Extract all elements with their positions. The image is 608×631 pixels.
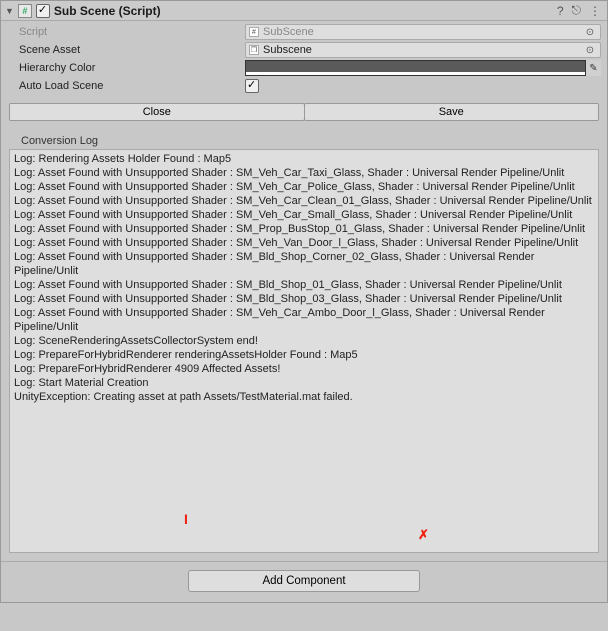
component-header[interactable]: ▼ # Sub Scene (Script) ? ⎋ ⋮ <box>1 1 607 21</box>
alpha-bar <box>246 72 600 75</box>
log-line: Log: Asset Found with Unsupported Shader… <box>14 236 594 250</box>
properties-panel: Script # SubScene ⊙ Scene Asset ❒ Subsce… <box>1 21 607 101</box>
auto-load-row: Auto Load Scene <box>19 77 601 95</box>
auto-load-checkbox[interactable] <box>245 79 259 93</box>
eyedropper-icon[interactable]: ✎ <box>585 60 601 76</box>
script-row: Script # SubScene ⊙ <box>19 23 601 41</box>
footer: Add Component <box>1 564 607 602</box>
object-picker-icon[interactable]: ⊙ <box>583 45 597 56</box>
subscene-component: ▼ # Sub Scene (Script) ? ⎋ ⋮ Script # Su… <box>0 0 608 603</box>
log-line: Log: Asset Found with Unsupported Shader… <box>14 306 594 334</box>
log-line: Log: Asset Found with Unsupported Shader… <box>14 194 594 208</box>
context-menu-icon[interactable]: ⋮ <box>587 4 603 18</box>
csharp-icon: # <box>249 27 259 37</box>
log-line: Log: Start Material Creation <box>14 376 594 390</box>
divider <box>1 561 607 562</box>
log-line: Log: PrepareForHybridRenderer 4909 Affec… <box>14 362 594 376</box>
scene-asset-field[interactable]: ❒ Subscene ⊙ <box>245 42 601 58</box>
hierarchy-color-field[interactable]: ✎ <box>245 60 601 76</box>
script-field: # SubScene ⊙ <box>245 24 601 40</box>
log-line: Log: Asset Found with Unsupported Shader… <box>14 208 594 222</box>
foldout-icon[interactable]: ▼ <box>5 6 14 16</box>
hierarchy-color-label: Hierarchy Color <box>19 62 241 74</box>
preset-icon[interactable]: ⎋ <box>570 3 584 18</box>
log-line: Log: SceneRenderingAssetsCollectorSystem… <box>14 334 594 348</box>
script-icon: # <box>18 4 32 18</box>
log-line: Log: Asset Found with Unsupported Shader… <box>14 292 594 306</box>
log-line: Log: Asset Found with Unsupported Shader… <box>14 250 594 278</box>
log-line: UnityException: Creating asset at path A… <box>14 390 594 404</box>
log-line: Log: PrepareForHybridRenderer renderingA… <box>14 348 594 362</box>
help-icon[interactable]: ? <box>555 4 566 18</box>
scene-asset-label: Scene Asset <box>19 44 241 56</box>
object-picker-icon: ⊙ <box>583 27 597 38</box>
button-row: Close Save <box>1 101 607 129</box>
add-component-button[interactable]: Add Component <box>188 570 420 592</box>
scene-asset-row: Scene Asset ❒ Subscene ⊙ <box>19 41 601 59</box>
log-line: Log: Asset Found with Unsupported Shader… <box>14 222 594 236</box>
close-button[interactable]: Close <box>9 103 305 121</box>
log-line: Log: Asset Found with Unsupported Shader… <box>14 166 594 180</box>
conversion-log[interactable]: Log: Rendering Assets Holder Found : Map… <box>9 149 599 553</box>
log-line: Log: Rendering Assets Holder Found : Map… <box>14 152 594 166</box>
component-title: Sub Scene (Script) <box>54 4 161 18</box>
conversion-log-label: Conversion Log <box>1 129 607 149</box>
save-button[interactable]: Save <box>304 103 600 121</box>
script-label: Script <box>19 26 241 38</box>
scene-icon: ❒ <box>249 45 259 55</box>
enable-checkbox[interactable] <box>36 4 50 18</box>
scene-asset-value: Subscene <box>263 44 312 56</box>
auto-load-label: Auto Load Scene <box>19 80 241 92</box>
annotation-mark: I <box>184 512 188 526</box>
log-line: Log: Asset Found with Unsupported Shader… <box>14 180 594 194</box>
annotation-mark: ✗ <box>418 528 429 542</box>
log-line: Log: Asset Found with Unsupported Shader… <box>14 278 594 292</box>
hierarchy-color-row: Hierarchy Color ✎ <box>19 59 601 77</box>
script-value: SubScene <box>263 26 314 38</box>
